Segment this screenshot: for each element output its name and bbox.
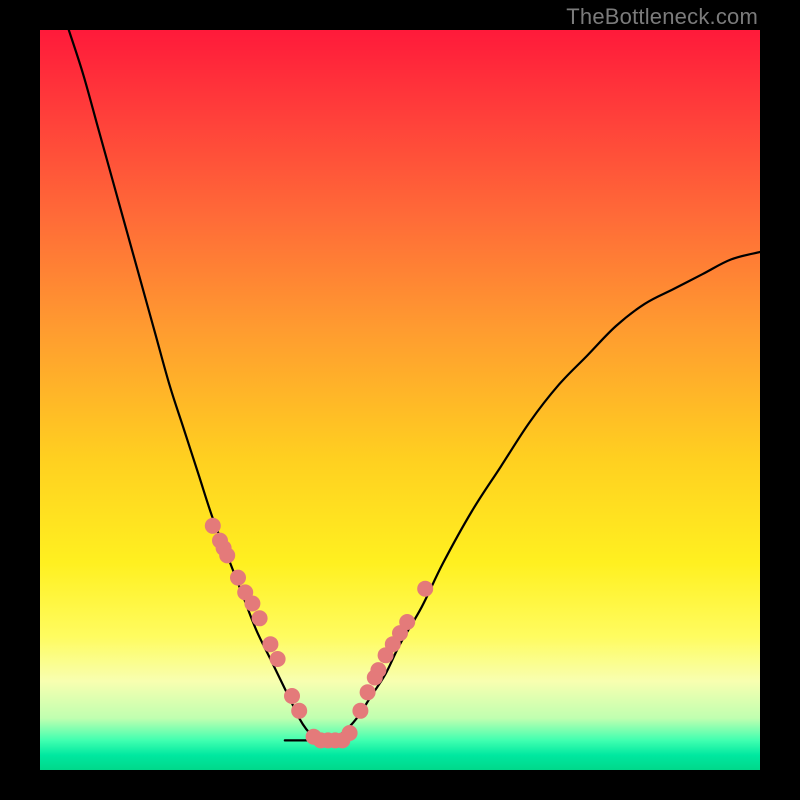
chart-canvas: TheBottleneck.com xyxy=(0,0,800,800)
data-dot xyxy=(244,596,260,612)
data-dot xyxy=(370,662,386,678)
data-dot xyxy=(205,518,221,534)
data-dot xyxy=(270,651,286,667)
data-dot xyxy=(262,636,278,652)
plot-area xyxy=(40,30,760,770)
data-dot xyxy=(342,725,358,741)
curve-layer xyxy=(69,30,760,741)
data-dot xyxy=(360,684,376,700)
data-dot xyxy=(219,547,235,563)
watermark-text: TheBottleneck.com xyxy=(566,4,758,30)
dot-layer xyxy=(205,518,433,749)
data-dot xyxy=(417,581,433,597)
series-right xyxy=(285,252,760,741)
series-left xyxy=(69,30,343,741)
data-dot xyxy=(291,703,307,719)
data-dot xyxy=(252,610,268,626)
data-dot xyxy=(230,570,246,586)
data-dot xyxy=(352,703,368,719)
chart-svg xyxy=(40,30,760,770)
data-dot xyxy=(284,688,300,704)
data-dot xyxy=(399,614,415,630)
